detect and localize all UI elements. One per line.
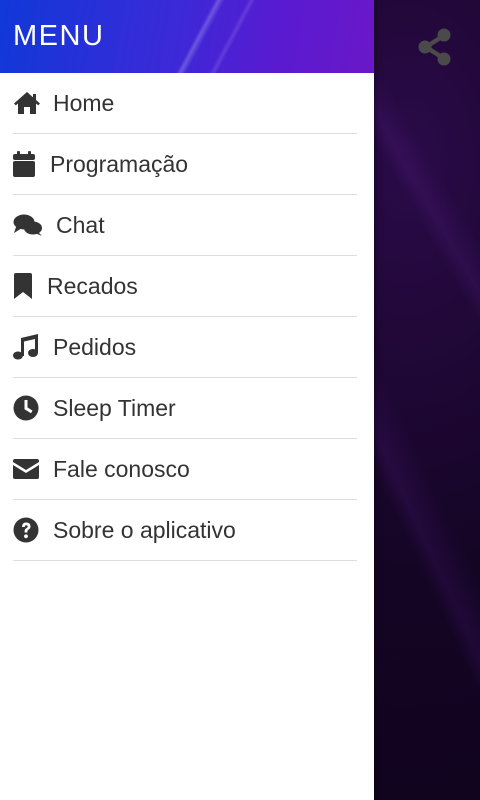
music-note-icon <box>13 333 41 361</box>
menu-item-recados[interactable]: Recados <box>13 256 357 317</box>
menu-item-home[interactable]: Home <box>13 73 357 134</box>
clock-icon <box>13 394 41 422</box>
calendar-icon <box>13 150 37 178</box>
menu-item-sobre[interactable]: Sobre o aplicativo <box>13 500 357 561</box>
menu-item-label: Programação <box>50 150 189 177</box>
menu-item-label: Sleep Timer <box>53 394 176 421</box>
menu-item-fale-conosco[interactable]: Fale conosco <box>13 439 357 500</box>
question-circle-icon <box>13 516 41 544</box>
share-icon <box>418 28 451 66</box>
drawer-header: MENU <box>0 0 374 73</box>
menu-item-label: Pedidos <box>53 333 137 360</box>
navigation-drawer: MENU Home Programação Chat Recados Pedid… <box>0 0 374 800</box>
bookmark-icon <box>13 272 35 300</box>
envelope-icon <box>13 455 41 483</box>
menu-item-sleep-timer[interactable]: Sleep Timer <box>13 378 357 439</box>
menu-item-label: Chat <box>56 211 105 238</box>
menu-item-label: Home <box>53 89 115 116</box>
menu-list: Home Programação Chat Recados Pedidos Sl… <box>0 73 374 561</box>
menu-item-programacao[interactable]: Programação <box>13 134 357 195</box>
menu-item-pedidos[interactable]: Pedidos <box>13 317 357 378</box>
drawer-title: MENU <box>13 20 105 52</box>
menu-item-label: Recados <box>47 272 138 299</box>
menu-item-chat[interactable]: Chat <box>13 195 357 256</box>
share-button[interactable] <box>414 26 456 68</box>
menu-item-label: Sobre o aplicativo <box>53 516 236 543</box>
menu-item-label: Fale conosco <box>53 455 190 482</box>
home-icon <box>13 89 41 117</box>
chat-icon <box>13 211 43 239</box>
